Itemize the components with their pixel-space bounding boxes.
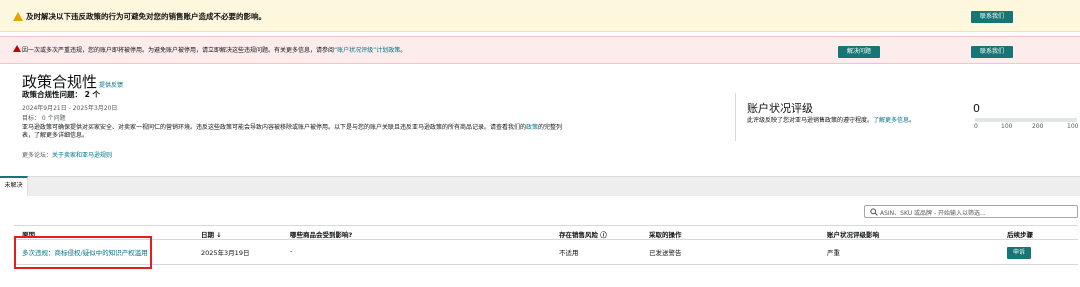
search-icon [870,208,878,216]
ahr-scale-200: 200 [1032,123,1044,130]
policy-description-text: 亚马逊政策可确保提供对买家安全、对卖家一视同仁的营销环境。违反这些政策可能会导致… [22,124,527,131]
ahr-scale-100: 100 [1001,123,1013,130]
col-sales-risk: 存在销售风险 ⓘ [559,231,607,239]
error-banner-text-end: 。 [400,47,407,54]
error-banner-message: 因一次或多次严重违规，您的账户即将被停用。为避免账户被停用，请立即解决这些违规问… [22,45,406,54]
issue-count: 政策合规性问题： 2 个 [22,90,100,99]
see-also-link[interactable]: 关于卖家和亚马逊规则 [52,152,112,159]
tab-strip [0,176,1080,196]
ahr-description: 此评级反映了您对亚马逊销售政策的遵守程度。了解更多信息。 [747,117,922,125]
search-input[interactable]: ASIN、SKU 或品牌 - 开始输入以筛选... [864,205,1078,218]
table-bottom-rule [14,264,1078,265]
table-row-date: 2025年3月19日 [201,249,250,257]
contact-us-button-2[interactable]: 联系我们 [971,46,1013,58]
warning-banner-text: 及时解决以下违反政策的行为可避免对您的销售账户造成不必要的影响。 [26,12,266,21]
table-top-rule [14,225,1078,226]
see-also: 更多论坛：关于卖家和亚马逊规则 [22,150,112,159]
policies-link[interactable]: 政策 [526,124,538,131]
ahr-scale-100b: 100 [1067,123,1079,130]
search-placeholder: ASIN、SKU 或品牌 - 开始输入以筛选... [880,210,986,217]
col-ahr-impact: 账户状况评级影响 [827,231,879,239]
col-date[interactable]: 日期 ↓ [201,229,222,239]
policy-description: 亚马逊政策可确保提供对买家安全、对卖家一视同仁的营销环境。违反这些政策可能会导致… [22,124,567,140]
ahr-learn-more-link[interactable]: 了解更多信息 [873,117,909,124]
table-row-ahr-impact: 严重 [827,249,840,257]
ahr-policy-link[interactable]: “账户状况评级”计划政策 [334,47,400,54]
table-row-affected: - [290,247,293,255]
resolved-target: 目标： 0 个问题 [22,115,66,122]
highlight-box [14,236,152,269]
error-banner-text: 因一次或多次严重违规，您的账户即将被停用。为避免账户被停用，请立即解决这些违规问… [22,47,335,54]
table-header-rule [14,239,1078,240]
tab-unresolved[interactable]: 未解决 [0,176,28,196]
ahr-scale-0: 0 [974,123,978,130]
contact-us-button[interactable]: 联系我们 [971,11,1013,23]
table-row-sales-risk: 不适用 [559,249,579,257]
resolve-issues-button[interactable]: 解决问题 [838,46,880,58]
table-row-action: 已发送警告 [649,249,682,257]
ahr-score: 0 [973,102,980,115]
col-next-steps: 后续步骤 [1007,231,1033,239]
ahr-divider [735,93,736,141]
col-action: 采取的操作 [649,231,682,239]
appeal-button[interactable]: 申诉 [1007,247,1031,259]
warning-icon [13,12,23,21]
see-also-label: 更多论坛： [22,152,53,159]
ahr-title: 账户状况评级 [747,102,813,115]
ahr-scale-bar [975,118,1077,122]
col-affected: 哪些商品会受到影响? [290,231,353,239]
ahr-description-text: 此评级反映了您对亚马逊销售政策的遵守程度。 [747,117,874,124]
ahr-description-end: 。 [909,117,916,124]
error-icon [13,45,21,52]
feedback-link[interactable]: 提供反馈 [99,82,123,89]
date-range: 2024年9月21日 - 2025年3月20日 [22,105,118,112]
